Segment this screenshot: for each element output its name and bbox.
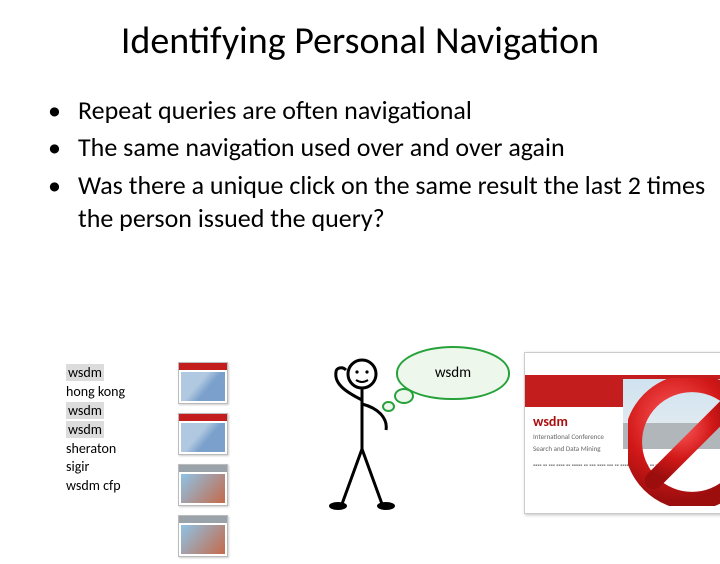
query-item: wsdm cfp [66, 477, 121, 494]
query-item: wsdm [66, 421, 104, 438]
bullet-item: Was there a unique click on the same res… [48, 169, 720, 236]
thought-text: wsdm [435, 364, 471, 382]
bullet-item: The same navigation used over and over a… [48, 131, 720, 164]
result-thumbnails [176, 360, 286, 564]
thought-bubble: wsdm [396, 346, 510, 400]
slide-title: Identifying Personal Navigation [0, 18, 720, 64]
illustration-area: wsdm hong kong wsdm wsdm sheraton sigir … [66, 354, 666, 540]
blocked-result: wsdm International Conference Search and… [524, 352, 720, 512]
bullet-item: Repeat queries are often navigational [48, 94, 720, 127]
thumbnail-icon [178, 515, 228, 557]
query-log: wsdm hong kong wsdm wsdm sheraton sigir … [66, 364, 125, 496]
bullet-list: Repeat queries are often navigational Th… [48, 94, 720, 235]
query-item: wsdm [66, 364, 104, 381]
thumbnail-icon [178, 362, 228, 404]
thumbnail-icon [178, 464, 228, 506]
query-item: sigir [66, 458, 89, 475]
prohibited-icon [628, 378, 720, 506]
thumbnail-icon [178, 413, 228, 455]
query-item: sheraton [66, 440, 116, 457]
query-item: hong kong [66, 383, 125, 400]
thinking-person-icon [316, 354, 406, 514]
query-item: wsdm [66, 402, 104, 419]
